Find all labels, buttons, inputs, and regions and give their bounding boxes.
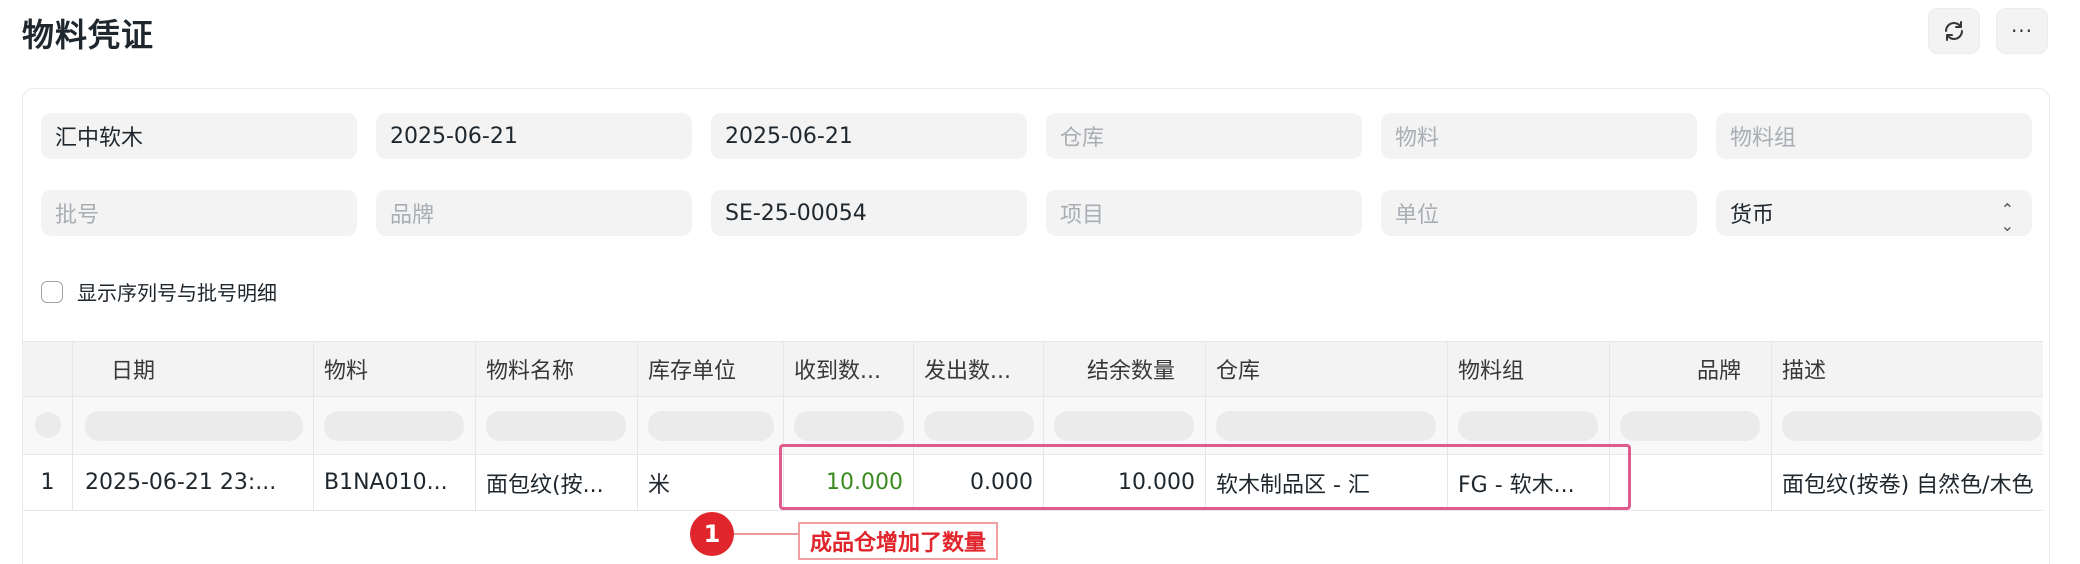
brand-field[interactable]: 品牌 (376, 190, 692, 236)
currency-select[interactable]: 货币 ⌃ ⌄ (1716, 190, 2032, 236)
project-placeholder: 项目 (1060, 203, 1105, 228)
cell-uom[interactable]: 米 (638, 455, 784, 510)
voucher-no-value: SE-25-00054 (725, 200, 867, 226)
item-group-field[interactable]: 物料组 (1716, 113, 2032, 159)
show-serial-batch-checkbox[interactable] (41, 280, 63, 303)
column-header-warehouse[interactable]: 仓库 (1206, 342, 1448, 396)
filter-cell-date[interactable] (73, 397, 314, 454)
column-header-in-qty[interactable]: 收到数... (784, 342, 914, 396)
batch-field[interactable]: 批号 (41, 190, 357, 236)
filter-placeholder (324, 411, 464, 441)
filter-cell-index (23, 397, 73, 454)
from-date-value: 2025-06-21 (390, 123, 518, 149)
cell-description[interactable]: 面包纹(按卷) 自然色/木色 (1772, 455, 2043, 510)
annotation-marker: 1 (690, 512, 734, 556)
filter-placeholder (1458, 411, 1598, 441)
cell-brand[interactable] (1610, 455, 1772, 510)
item-group-placeholder: 物料组 (1730, 126, 1797, 151)
to-date-value: 2025-06-21 (725, 123, 853, 149)
company-value: 汇中软木 (55, 126, 144, 151)
row-index: 1 (23, 455, 73, 510)
highlight-box (779, 444, 1631, 510)
column-header-brand[interactable]: 品牌 (1610, 342, 1772, 396)
warehouse-placeholder: 仓库 (1060, 126, 1105, 151)
filter-cell-description[interactable] (1772, 397, 2043, 454)
brand-placeholder: 品牌 (390, 203, 435, 228)
to-date-field[interactable]: 2025-06-21 (711, 113, 1027, 159)
filter-placeholder (1620, 411, 1760, 441)
filter-placeholder (1782, 411, 2042, 441)
annotation-connector (734, 533, 798, 535)
voucher-no-field[interactable]: SE-25-00054 (711, 190, 1027, 236)
uom-placeholder: 单位 (1395, 203, 1440, 228)
batch-placeholder: 批号 (55, 203, 100, 228)
page-title: 物料凭证 (22, 16, 155, 54)
cell-item[interactable]: B1NA010... (314, 455, 476, 510)
filter-placeholder (924, 411, 1034, 441)
table-header-row: 日期 物料 物料名称 库存单位 收到数... 发出数... 结余数量 仓库 物料… (23, 341, 2043, 397)
cell-date[interactable]: 2025-06-21 23:... (73, 455, 314, 510)
row-index-header (23, 342, 73, 396)
show-serial-batch-option[interactable]: 显示序列号与批号明细 (41, 277, 277, 306)
filter-placeholder (794, 411, 904, 441)
project-field[interactable]: 项目 (1046, 190, 1362, 236)
column-header-balance-qty[interactable]: 结余数量 (1044, 342, 1206, 396)
column-header-item-name[interactable]: 物料名称 (476, 342, 638, 396)
cell-item-name[interactable]: 面包纹(按... (476, 455, 638, 510)
company-field[interactable]: 汇中软木 (41, 113, 357, 159)
refresh-button[interactable] (1928, 8, 1980, 54)
filter-placeholder (1054, 411, 1194, 441)
show-serial-batch-label: 显示序列号与批号明细 (77, 281, 277, 305)
select-chevron-icon: ⌃ ⌄ (2000, 200, 2014, 235)
annotation-label: 成品仓增加了数量 (798, 522, 999, 560)
currency-value: 货币 (1730, 203, 1775, 228)
filter-placeholder (85, 411, 303, 441)
filter-cell-item-name[interactable] (476, 397, 638, 454)
refresh-icon (1945, 21, 1963, 41)
column-header-date[interactable]: 日期 (73, 342, 314, 396)
filter-cell-item[interactable] (314, 397, 476, 454)
filter-placeholder (1216, 411, 1436, 441)
column-header-item[interactable]: 物料 (314, 342, 476, 396)
item-placeholder: 物料 (1395, 126, 1440, 151)
more-icon: ··· (2010, 19, 2034, 43)
column-header-description[interactable]: 描述 (1772, 342, 2043, 396)
filter-placeholder (648, 411, 774, 441)
uom-field[interactable]: 单位 (1381, 190, 1697, 236)
filter-placeholder (486, 411, 626, 441)
filter-placeholder (35, 412, 61, 438)
more-options-button[interactable]: ··· (1996, 8, 2048, 54)
column-header-out-qty[interactable]: 发出数... (914, 342, 1044, 396)
column-header-stock-uom[interactable]: 库存单位 (638, 342, 784, 396)
item-field[interactable]: 物料 (1381, 113, 1697, 159)
column-header-item-group[interactable]: 物料组 (1448, 342, 1610, 396)
warehouse-field[interactable]: 仓库 (1046, 113, 1362, 159)
filter-cell-brand[interactable] (1610, 397, 1772, 454)
filter-cell-uom[interactable] (638, 397, 784, 454)
from-date-field[interactable]: 2025-06-21 (376, 113, 692, 159)
